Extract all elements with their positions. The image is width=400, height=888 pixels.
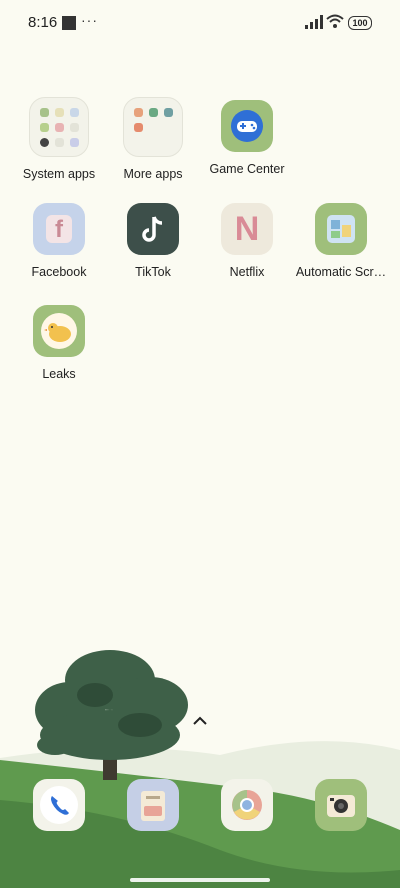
status-bar: 8:16 ··· 100 [0, 0, 400, 44]
leaks-app[interactable]: Leaks [12, 305, 106, 381]
camera-app[interactable] [315, 779, 367, 831]
phone-icon [51, 796, 69, 815]
cellular-signal-icon [305, 15, 323, 29]
tiktok-icon [127, 203, 179, 255]
system-apps-folder[interactable]: System apps [12, 97, 106, 181]
more-notifications-icon: ··· [81, 12, 98, 28]
folder-icon [29, 97, 89, 157]
bird-icon [33, 305, 85, 357]
app-label: System apps [22, 167, 96, 181]
notification-icon [62, 16, 76, 30]
wallpaper-landscape [0, 650, 400, 888]
chrome-app[interactable] [221, 779, 273, 831]
tiktok-app[interactable]: TikTok [106, 203, 200, 279]
app-label: Leaks [42, 367, 76, 381]
netflix-icon: N [221, 203, 273, 255]
phone-app[interactable] [33, 779, 85, 831]
notes-icon [146, 796, 160, 799]
chrome-icon [232, 790, 262, 820]
folder-icon [123, 97, 183, 157]
app-label: Facebook [31, 265, 87, 279]
game-center-app[interactable]: Game Center [200, 100, 294, 176]
app-label: TikTok [135, 265, 171, 279]
screenshot-icon [315, 203, 367, 255]
notes-app[interactable] [127, 779, 179, 831]
more-apps-folder[interactable]: More apps [106, 97, 200, 181]
status-time: 8:16 [28, 14, 58, 31]
game-center-icon [221, 100, 273, 152]
wifi-icon [326, 14, 344, 28]
camera-icon [327, 795, 355, 817]
app-label: Automatic Scr… [295, 265, 387, 279]
app-label: More apps [123, 167, 183, 181]
home-indicator[interactable] [130, 878, 270, 882]
battery-indicator: 100 [348, 16, 372, 30]
facebook-icon: f [33, 203, 85, 255]
app-label: Game Center [209, 162, 285, 176]
netflix-app[interactable]: N Netflix [200, 203, 294, 279]
automatic-screenshot-app[interactable]: Automatic Scr… [294, 203, 388, 279]
chevron-up-icon[interactable] [193, 716, 207, 726]
app-label: Netflix [229, 265, 265, 279]
facebook-app[interactable]: f Facebook [12, 203, 106, 279]
